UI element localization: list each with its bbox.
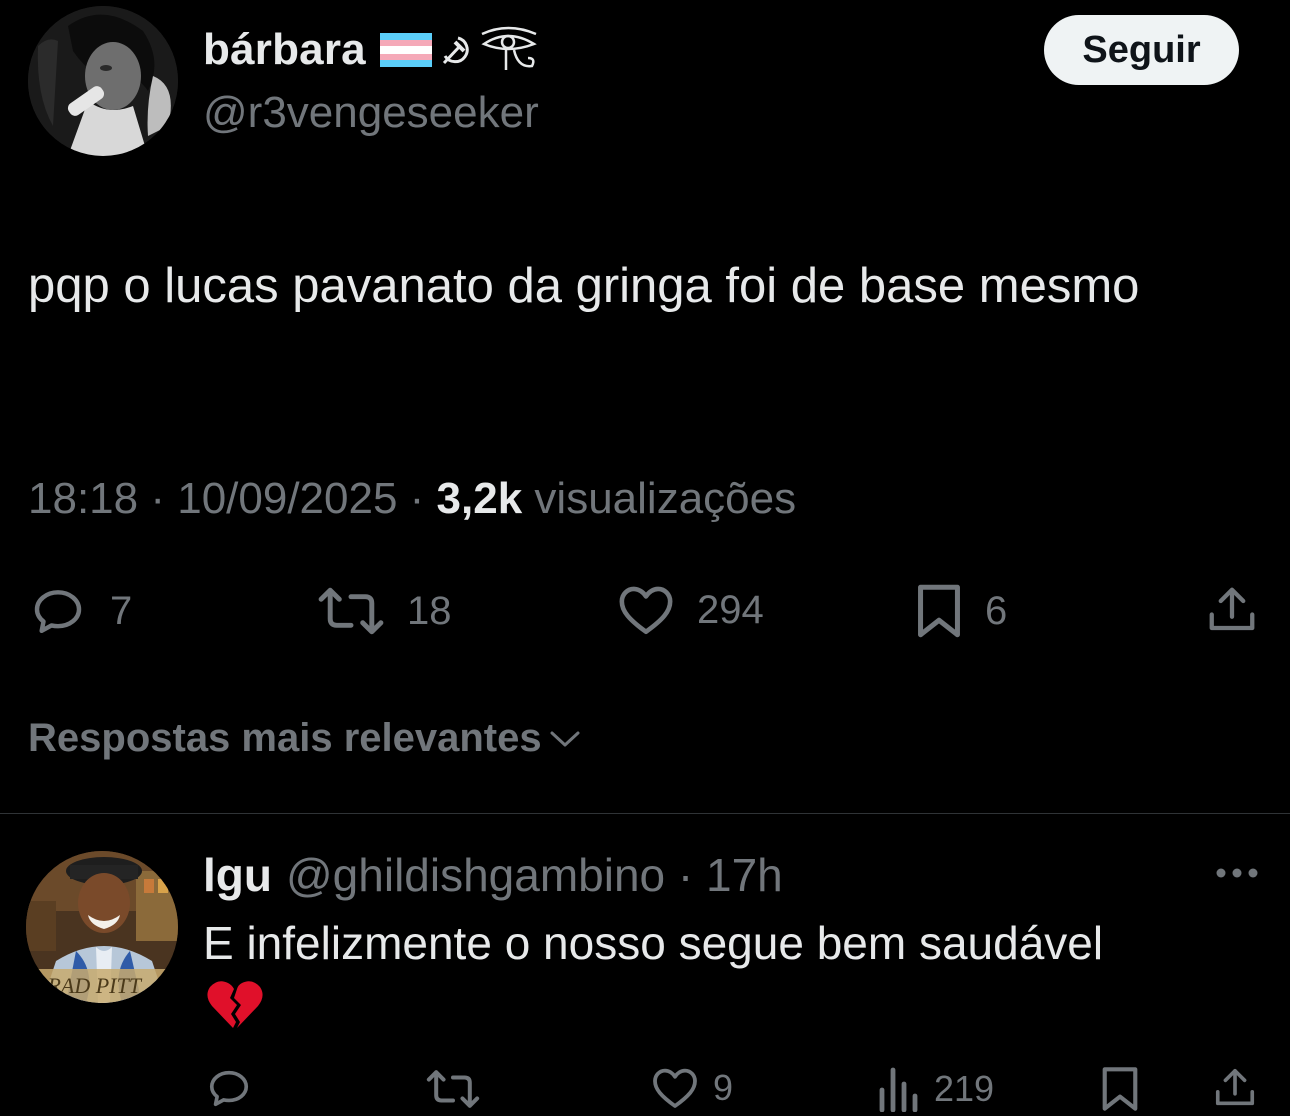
retweet-count: 18 — [407, 588, 452, 633]
reply-views-count: 219 — [934, 1068, 995, 1109]
reply-handle[interactable]: @ghildishgambino — [286, 849, 665, 901]
reply-time[interactable]: 17h — [706, 849, 783, 901]
bookmark-icon — [918, 584, 960, 638]
bookmark-action[interactable]: 6 — [915, 582, 1007, 640]
reply-like-action[interactable]: 9 — [651, 1066, 733, 1110]
chevron-down-icon — [550, 731, 580, 746]
tweet-meta: 18:18 · 10/09/2025 · 3,2k visualizações — [28, 474, 797, 523]
hammer-sickle-icon — [442, 36, 469, 65]
like-action[interactable]: 294 — [617, 583, 764, 637]
author-avatar[interactable] — [28, 6, 178, 156]
broken-heart-emoji — [207, 981, 263, 1028]
comment-icon — [209, 1070, 249, 1107]
reply-views-action[interactable]: 219 — [878, 1066, 994, 1112]
heart-icon — [653, 1068, 697, 1108]
author-display-name[interactable]: bárbara — [203, 25, 366, 75]
more-options-icon[interactable] — [1212, 858, 1262, 888]
reply-header: lgu @ghildishgambino · 17h — [203, 849, 783, 901]
heart-icon — [619, 586, 673, 635]
retweet-action[interactable]: 18 — [317, 585, 452, 637]
retweet-icon — [318, 587, 384, 635]
reply-author-photo: BRAD PITT — [26, 851, 178, 1003]
follow-button[interactable]: Seguir — [1044, 15, 1239, 85]
tweet-views-count: 3,2k — [436, 474, 523, 523]
tweet-text: pqp o lucas pavanato da gringa foi de ba… — [28, 259, 1140, 313]
eye-of-horus-icon — [481, 26, 537, 70]
bookmark-icon — [1102, 1067, 1138, 1111]
divider — [0, 813, 1290, 814]
reply-author-avatar[interactable]: BRAD PITT — [26, 851, 178, 1003]
more-options-dots — [1216, 868, 1258, 878]
tweet-views-label: visualizações — [534, 474, 797, 523]
author-handle[interactable]: @r3vengeseeker — [203, 88, 539, 138]
reply-display-name[interactable]: lgu — [203, 849, 272, 901]
transgender-flag-icon — [379, 33, 432, 67]
tweet-time[interactable]: 18:18 — [28, 474, 138, 523]
tweet-detail-page: bárbara @r3vengeseeker Seguir pqp o luca… — [0, 0, 1290, 1116]
author-photo — [28, 6, 178, 156]
reply-like-count: 9 — [713, 1067, 734, 1108]
broken-heart-icon — [206, 978, 264, 1037]
comment-icon — [34, 590, 82, 634]
share-icon — [1209, 587, 1255, 631]
reply-text: E infelizmente o nosso segue bem saudáve… — [203, 917, 1104, 969]
like-count: 294 — [697, 587, 764, 632]
reply-bookmark-action[interactable] — [1100, 1065, 1140, 1113]
replies-sort-dropdown[interactable]: Respostas mais relevantes — [28, 716, 582, 761]
analytics-icon — [879, 1067, 918, 1112]
author-name-row: bárbara — [203, 22, 540, 78]
bookmark-count: 6 — [985, 588, 1008, 633]
retweet-icon — [426, 1070, 480, 1108]
replies-sort-label: Respostas mais relevantes — [28, 716, 542, 760]
share-action[interactable] — [1205, 583, 1259, 637]
reply-count: 7 — [110, 588, 133, 633]
reply-retweet-action[interactable] — [425, 1068, 481, 1110]
reply-comment-action[interactable] — [205, 1065, 253, 1111]
avatar-caption: BRAD PITT — [34, 973, 143, 998]
reply-action[interactable]: 7 — [28, 583, 132, 639]
tweet-date[interactable]: 10/09/2025 — [177, 474, 397, 523]
reply-share-action[interactable] — [1212, 1065, 1258, 1111]
share-icon — [1215, 1068, 1255, 1106]
author-name-emojis — [379, 24, 540, 76]
